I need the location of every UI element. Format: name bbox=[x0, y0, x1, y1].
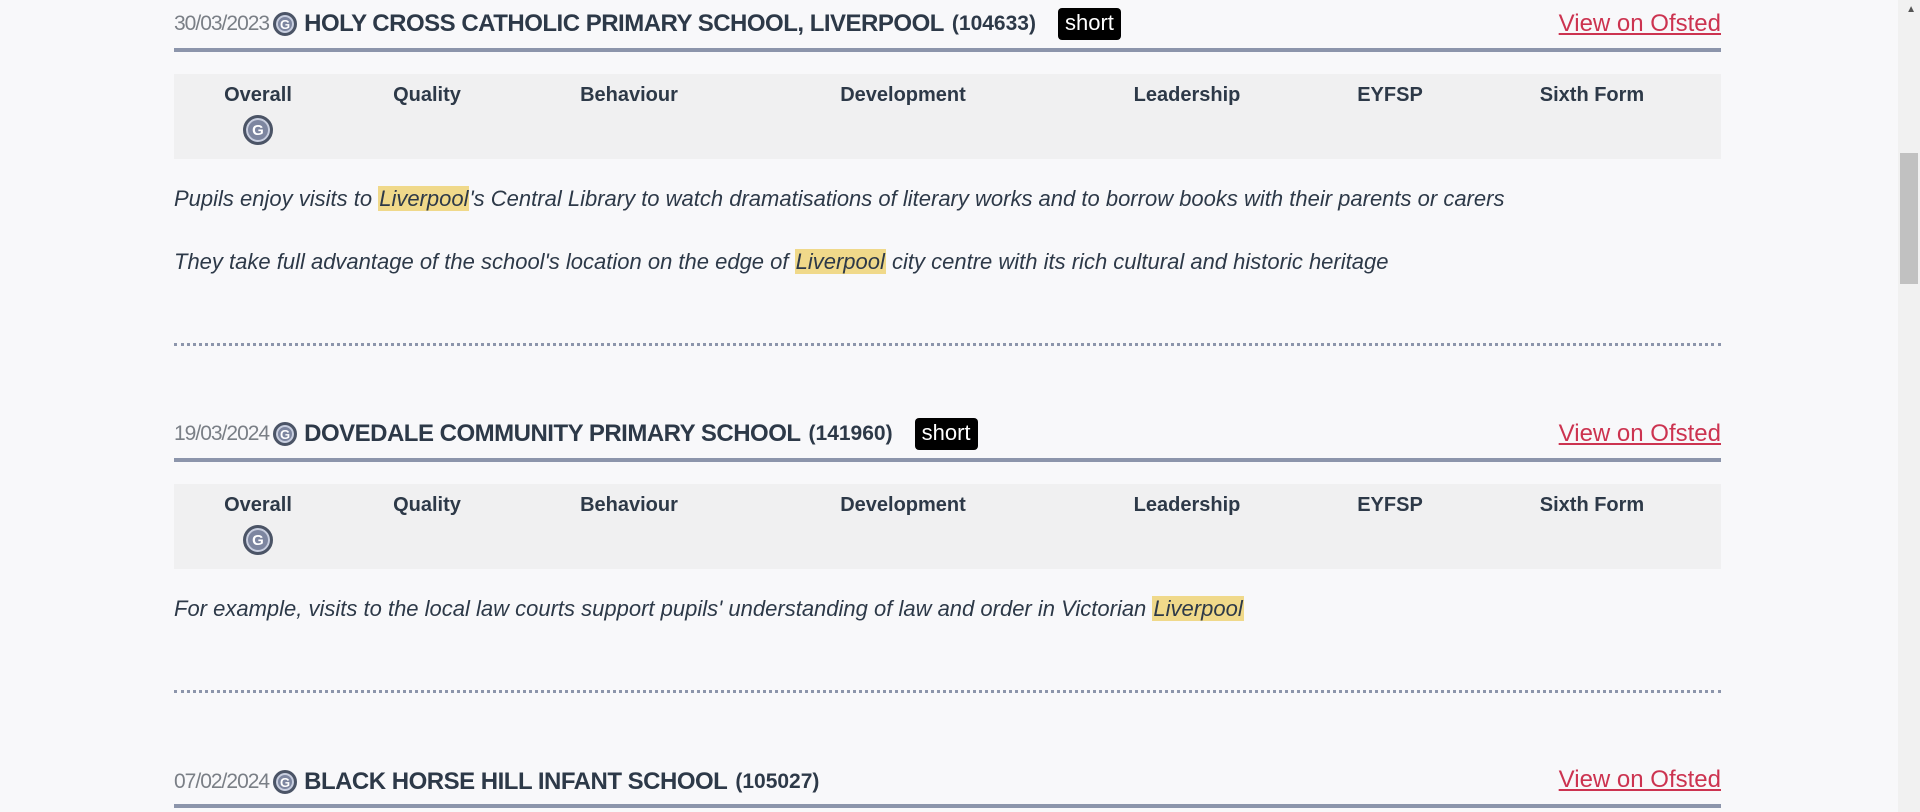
grade-col-eyfsp: EYFSP bbox=[1310, 494, 1470, 517]
grade-header: EYFSP bbox=[1357, 494, 1423, 516]
grade-col-overall: Overall G bbox=[178, 494, 338, 555]
grade-header: Development bbox=[840, 84, 966, 106]
inspection-type-badge: short bbox=[1057, 8, 1121, 40]
scrollbar[interactable]: ▲ bbox=[1898, 0, 1920, 812]
highlighted-term: Liverpool bbox=[378, 186, 470, 211]
school-card: 19/03/2024 G DOVEDALE COMMUNITY PRIMARY … bbox=[174, 410, 1721, 657]
scrollbar-thumb[interactable] bbox=[1900, 153, 1918, 284]
quote-text: city centre with its rich cultural and h… bbox=[885, 249, 1389, 274]
grade-header: Sixth Form bbox=[1539, 494, 1645, 516]
view-on-ofsted-link[interactable]: View on Ofsted bbox=[1559, 10, 1721, 38]
school-name: BLACK HORSE HILL INFANT SCHOOL bbox=[304, 768, 728, 795]
school-name: HOLY CROSS CATHOLIC PRIMARY SCHOOL, LIVE… bbox=[304, 10, 944, 37]
grade-header: Leadership bbox=[1133, 494, 1241, 516]
grade-col-behaviour: Behaviour bbox=[549, 84, 709, 107]
grade-header: Behaviour bbox=[580, 494, 678, 516]
grade-col-quality: Quality bbox=[347, 494, 507, 517]
school-card: 30/03/2023 G HOLY CROSS CATHOLIC PRIMARY… bbox=[174, 0, 1721, 310]
quote-text: They take full advantage of the school's… bbox=[174, 249, 795, 274]
view-on-ofsted-link[interactable]: View on Ofsted bbox=[1559, 420, 1721, 448]
quote-text: For example, visits to the local law cou… bbox=[174, 596, 1153, 621]
school-urn: (105027) bbox=[735, 770, 820, 793]
grade-col-leadership: Leadership bbox=[1107, 84, 1267, 107]
school-header: 07/02/2024 G BLACK HORSE HILL INFANT SCH… bbox=[174, 756, 1721, 808]
inspection-date: 30/03/2023 bbox=[174, 12, 270, 35]
grade-col-quality: Quality bbox=[347, 84, 507, 107]
grade-header: Quality bbox=[393, 494, 461, 516]
school-urn: (104633) bbox=[951, 12, 1036, 35]
grade-col-sixth-form: Sixth Form bbox=[1512, 494, 1672, 517]
grade-g-icon: G bbox=[243, 115, 273, 145]
quotes: Pupils enjoy visits to Liverpool's Centr… bbox=[174, 159, 1721, 276]
grade-header: Overall bbox=[224, 494, 292, 516]
section-divider bbox=[174, 343, 1721, 346]
school-card: 07/02/2024 G BLACK HORSE HILL INFANT SCH… bbox=[174, 756, 1721, 808]
grade-col-leadership: Leadership bbox=[1107, 494, 1267, 517]
grades-table: Overall G Quality Behaviour Development … bbox=[174, 74, 1721, 159]
grade-col-eyfsp: EYFSP bbox=[1310, 84, 1470, 107]
grade-header: Quality bbox=[393, 84, 461, 106]
grade-header: EYFSP bbox=[1357, 84, 1423, 106]
school-header: 30/03/2023 G HOLY CROSS CATHOLIC PRIMARY… bbox=[174, 0, 1721, 52]
grade-col-behaviour: Behaviour bbox=[549, 494, 709, 517]
grade-header: Development bbox=[840, 494, 966, 516]
quotes: For example, visits to the local law cou… bbox=[174, 569, 1721, 623]
school-urn: (141960) bbox=[808, 422, 893, 445]
quote-text: Pupils enjoy visits to bbox=[174, 186, 379, 211]
grades-table: Overall G Quality Behaviour Development … bbox=[174, 484, 1721, 569]
school-name: DOVEDALE COMMUNITY PRIMARY SCHOOL bbox=[304, 420, 801, 447]
school-header: 19/03/2024 G DOVEDALE COMMUNITY PRIMARY … bbox=[174, 410, 1721, 462]
grade-col-development: Development bbox=[823, 494, 983, 517]
grade-g-icon: G bbox=[273, 422, 298, 446]
inspection-type-badge: short bbox=[914, 418, 978, 450]
quote-text: 's Central Library to watch dramatisatio… bbox=[469, 186, 1505, 211]
section-divider bbox=[174, 690, 1721, 693]
grade-g-icon: G bbox=[273, 12, 298, 36]
grade-g-icon: G bbox=[273, 770, 298, 794]
grade-header: Overall bbox=[224, 84, 292, 106]
grade-header: Behaviour bbox=[580, 84, 678, 106]
grade-g-icon: G bbox=[243, 525, 273, 555]
grade-header: Sixth Form bbox=[1539, 84, 1645, 106]
highlighted-term: Liverpool bbox=[794, 249, 886, 274]
grade-col-sixth-form: Sixth Form bbox=[1512, 84, 1672, 107]
inspection-date: 07/02/2024 bbox=[174, 770, 270, 793]
grade-col-development: Development bbox=[823, 84, 983, 107]
view-on-ofsted-link[interactable]: View on Ofsted bbox=[1559, 766, 1721, 794]
highlighted-term: Liverpool bbox=[1152, 596, 1244, 621]
report-quote: For example, visits to the local law cou… bbox=[174, 594, 1721, 623]
report-quote: Pupils enjoy visits to Liverpool's Centr… bbox=[174, 184, 1721, 213]
inspection-date: 19/03/2024 bbox=[174, 422, 270, 445]
grade-col-overall: Overall G bbox=[178, 84, 338, 145]
grade-header: Leadership bbox=[1133, 84, 1241, 106]
report-quote: They take full advantage of the school's… bbox=[174, 247, 1721, 276]
scroll-up-arrow-icon[interactable]: ▲ bbox=[1906, 4, 1916, 15]
